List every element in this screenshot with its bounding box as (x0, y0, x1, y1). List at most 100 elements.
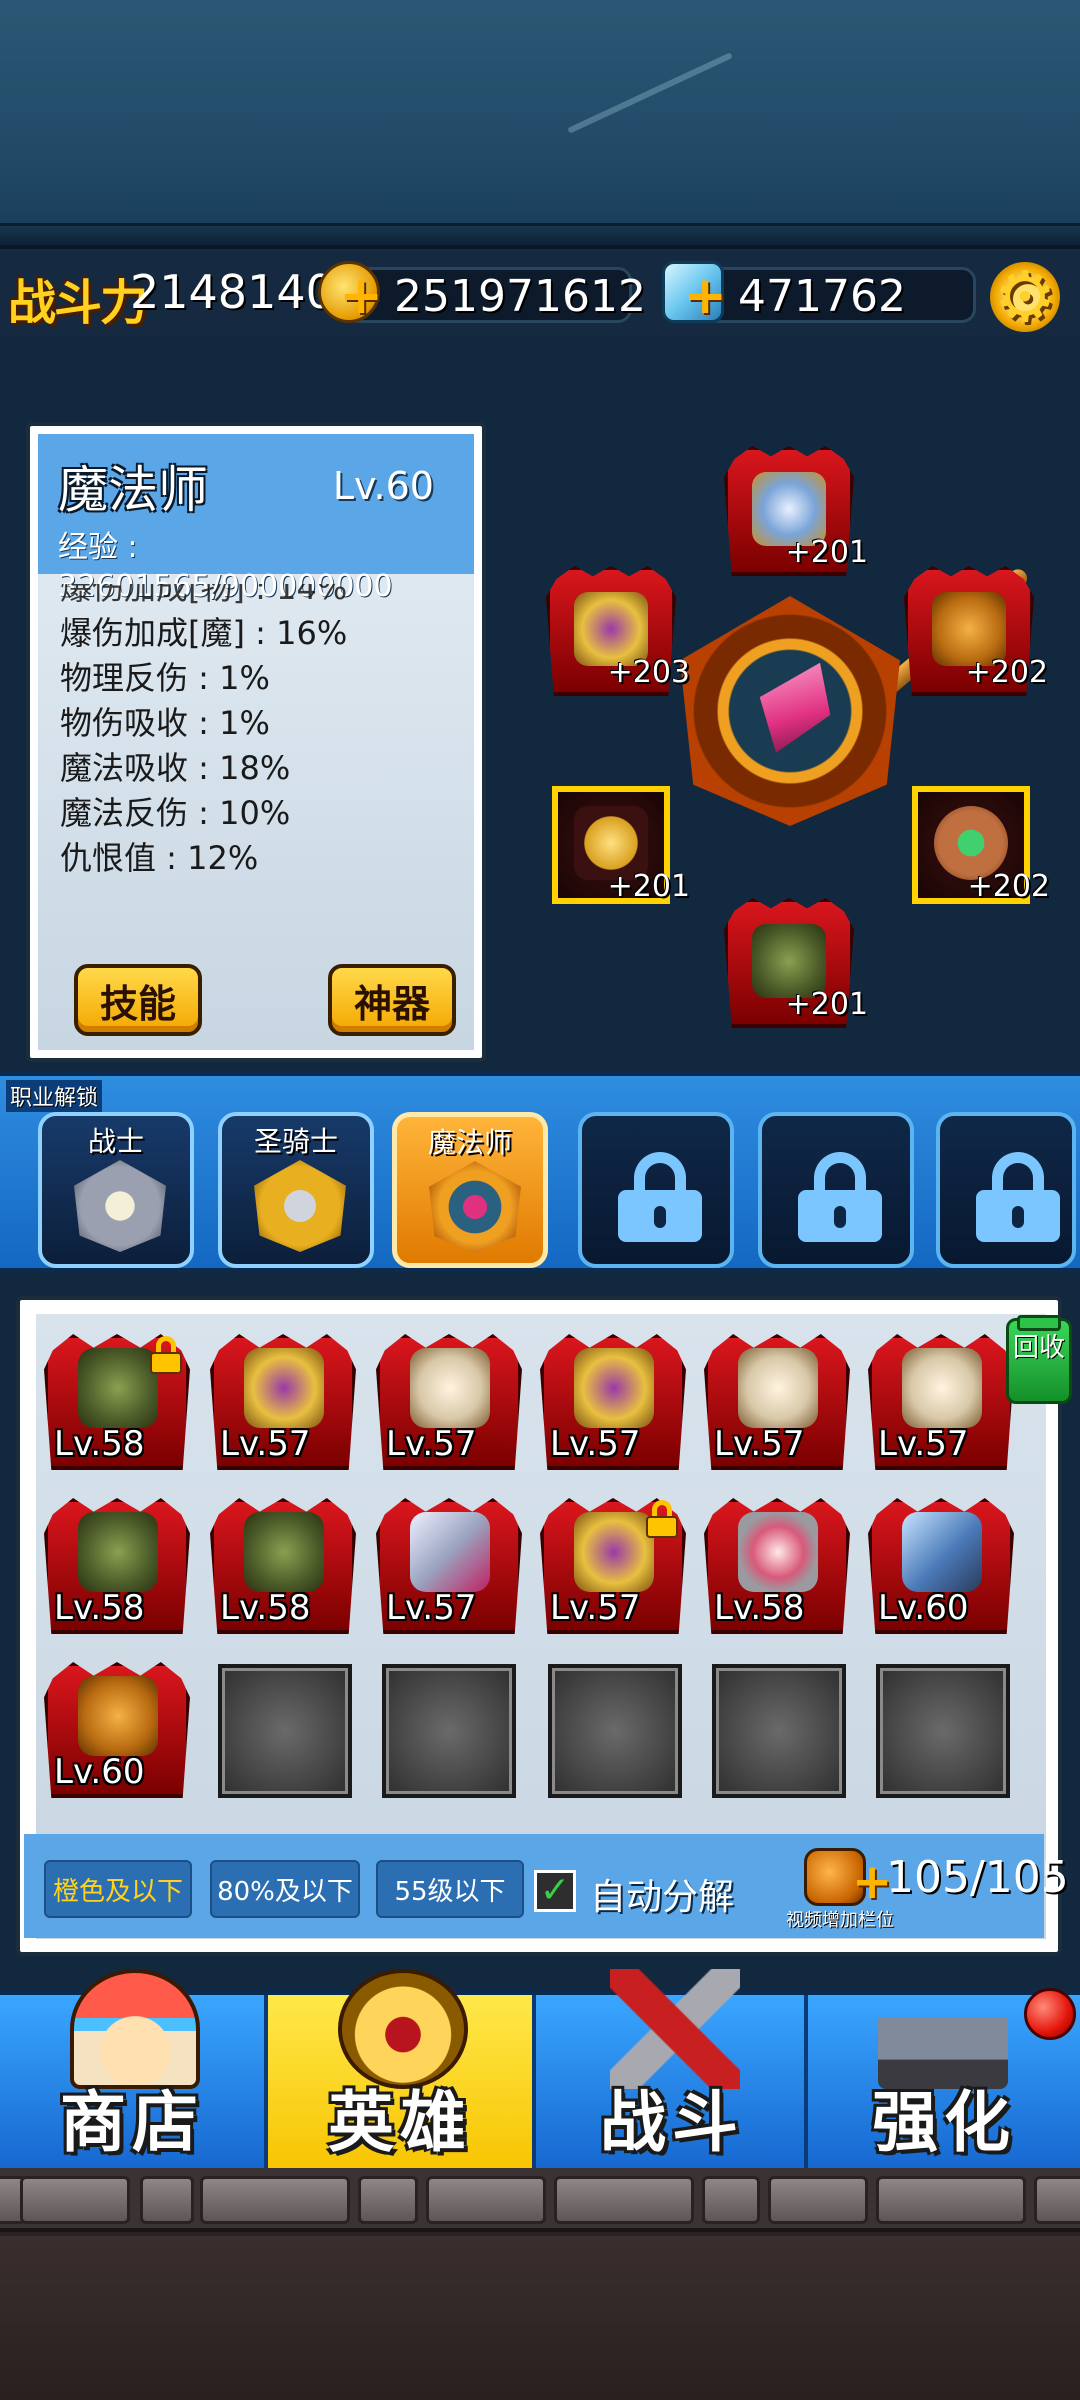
armor-icon (244, 1348, 324, 1428)
inventory-item[interactable]: Lv.57 (868, 1334, 1014, 1470)
hammer-icon (254, 1160, 346, 1252)
sky-background (0, 0, 1080, 245)
hero-header: 魔法师 Lv.60 经验 : 32601565/900000000 (38, 434, 474, 604)
inventory-item[interactable]: Lv.58 (44, 1334, 190, 1470)
equip-slot-weapon[interactable]: +202 (904, 566, 1048, 696)
filter-level-55[interactable]: 55级以下 (376, 1860, 524, 1918)
class-name: 战士 (87, 1125, 144, 1158)
stat-row: 魔法吸收 : 18% (60, 749, 291, 787)
dagger-icon (410, 1512, 490, 1592)
staff-icon (78, 1676, 158, 1756)
ground-decoration (0, 2168, 1080, 2400)
class-card-locked[interactable] (936, 1112, 1076, 1268)
stat-row: 爆伤加成[物] : 14% (60, 584, 348, 607)
helmet-icon (738, 1512, 818, 1592)
empty-slot[interactable] (382, 1664, 516, 1798)
boots-icon (78, 1512, 158, 1592)
add-gems-icon[interactable]: + (683, 270, 727, 322)
class-card-paladin[interactable]: 圣骑士 (218, 1112, 374, 1268)
equip-slot-armor[interactable]: +203 (546, 566, 690, 696)
lock-icon (644, 1500, 680, 1540)
lock-icon (976, 1152, 1060, 1242)
nav-hero[interactable]: 英雄 (268, 1969, 536, 2173)
inventory-item[interactable]: Lv.58 (210, 1498, 356, 1634)
item-level: Lv.57 (550, 1588, 641, 1628)
hero-info-card: 魔法师 Lv.60 经验 : 32601565/900000000 爆伤加成[物… (26, 422, 486, 1062)
stat-row: 爆伤加成[魔] : 16% (60, 614, 348, 652)
item-level: Lv.57 (550, 1424, 641, 1464)
skull-staff-icon (738, 1348, 818, 1428)
empty-slot[interactable] (218, 1664, 352, 1798)
stat-row: 魔法反伤 : 10% (60, 794, 291, 832)
bottom-nav: 商店 英雄 战斗 强化 (0, 1969, 1080, 2173)
gold-coin-icon[interactable]: + (318, 261, 383, 323)
skull-staff-icon (902, 1348, 982, 1428)
inventory-item[interactable]: Lv.60 (44, 1662, 190, 1798)
item-level: Lv.57 (878, 1424, 969, 1464)
skill-button[interactable]: 技能 (74, 964, 202, 1036)
equip-slot-helmet[interactable]: +201 (724, 446, 868, 576)
nav-label: 英雄 (328, 2084, 472, 2161)
inventory-item[interactable]: Lv.58 (44, 1498, 190, 1634)
item-level: Lv.57 (386, 1424, 477, 1464)
auto-decompose-checkbox[interactable]: ✓ (534, 1870, 576, 1912)
class-card-locked[interactable] (578, 1112, 734, 1268)
armor-icon (574, 1512, 654, 1592)
inventory-item[interactable]: Lv.58 (704, 1498, 850, 1634)
brick-wall (0, 2168, 1080, 2232)
empty-slot[interactable] (712, 1664, 846, 1798)
equip-bonus: +202 (965, 655, 1048, 690)
nav-shop[interactable]: 商店 (0, 1969, 268, 2173)
stat-row: 仇恨值 : 12% (60, 839, 259, 877)
item-level: Lv.57 (714, 1424, 805, 1464)
lock-icon (798, 1152, 882, 1242)
inventory-item[interactable]: Lv.57 (376, 1334, 522, 1470)
equip-bonus: +201 (785, 987, 868, 1022)
boots-icon (78, 1348, 158, 1428)
inventory-item[interactable]: Lv.57 (704, 1334, 850, 1470)
crystal-icon (740, 645, 851, 767)
filter-80-percent[interactable]: 80%及以下 (210, 1860, 360, 1918)
artifact-button[interactable]: 神器 (328, 964, 456, 1036)
equip-bonus: +201 (785, 535, 868, 570)
inventory-item[interactable]: Lv.57 (210, 1334, 356, 1470)
add-coins-icon[interactable]: + (339, 270, 383, 322)
coin-value: 251971612 (394, 271, 646, 322)
armor-icon (574, 1348, 654, 1428)
nav-label: 强化 (872, 2084, 1016, 2161)
item-level: Lv.58 (54, 1588, 145, 1628)
recycle-button[interactable]: 回收 (1006, 1315, 1072, 1404)
empty-slot[interactable] (548, 1664, 682, 1798)
empty-slot[interactable] (876, 1664, 1010, 1798)
class-name: 魔法师 (427, 1126, 512, 1159)
item-level: Lv.58 (54, 1424, 145, 1464)
inventory-item[interactable]: Lv.57 (540, 1334, 686, 1470)
equip-bonus: +201 (607, 869, 690, 904)
mage-crystal-icon (429, 1161, 521, 1253)
class-unlock-label: 职业解锁 (6, 1080, 103, 1112)
gem-value: 471762 (738, 271, 906, 322)
class-card-mage[interactable]: 魔法师 (392, 1112, 548, 1268)
nav-battle[interactable]: 战斗 (540, 1969, 808, 2173)
scythe-icon (902, 1512, 982, 1592)
inventory-item[interactable]: Lv.57 (540, 1498, 686, 1634)
stat-row: 物伤吸收 : 1% (60, 704, 270, 742)
filter-orange-and-below[interactable]: 橙色及以下 (44, 1860, 192, 1918)
class-card-locked[interactable] (758, 1112, 914, 1268)
equip-slot-ring[interactable]: +202 (906, 780, 1050, 910)
diamond-icon[interactable]: + (662, 261, 727, 323)
hero-stats-list[interactable]: 爆伤加成[物] : 14% 爆伤加成[魔] : 16% 物理反伤 : 1% 物伤… (60, 584, 460, 884)
inventory-item[interactable]: Lv.60 (868, 1498, 1014, 1634)
settings-button[interactable]: ⚙ (990, 262, 1060, 332)
class-card-warrior[interactable]: 战士 (38, 1112, 194, 1268)
skull-staff-icon (410, 1348, 490, 1428)
inventory-item[interactable]: Lv.57 (376, 1498, 522, 1634)
hero-level: Lv.60 (332, 464, 434, 508)
class-selector: 职业解锁 战士 圣骑士 魔法师 (0, 1072, 1080, 1272)
gear-icon: ⚙ (993, 256, 1057, 338)
equip-slot-amulet[interactable]: +201 (546, 780, 690, 910)
status-bar: 战斗力 2148140 + 251971612 + 471762 (0, 245, 1080, 335)
equip-slot-boots[interactable]: +201 (724, 898, 868, 1028)
stat-row: 物理反伤 : 1% (60, 659, 270, 697)
lock-icon (148, 1336, 184, 1376)
